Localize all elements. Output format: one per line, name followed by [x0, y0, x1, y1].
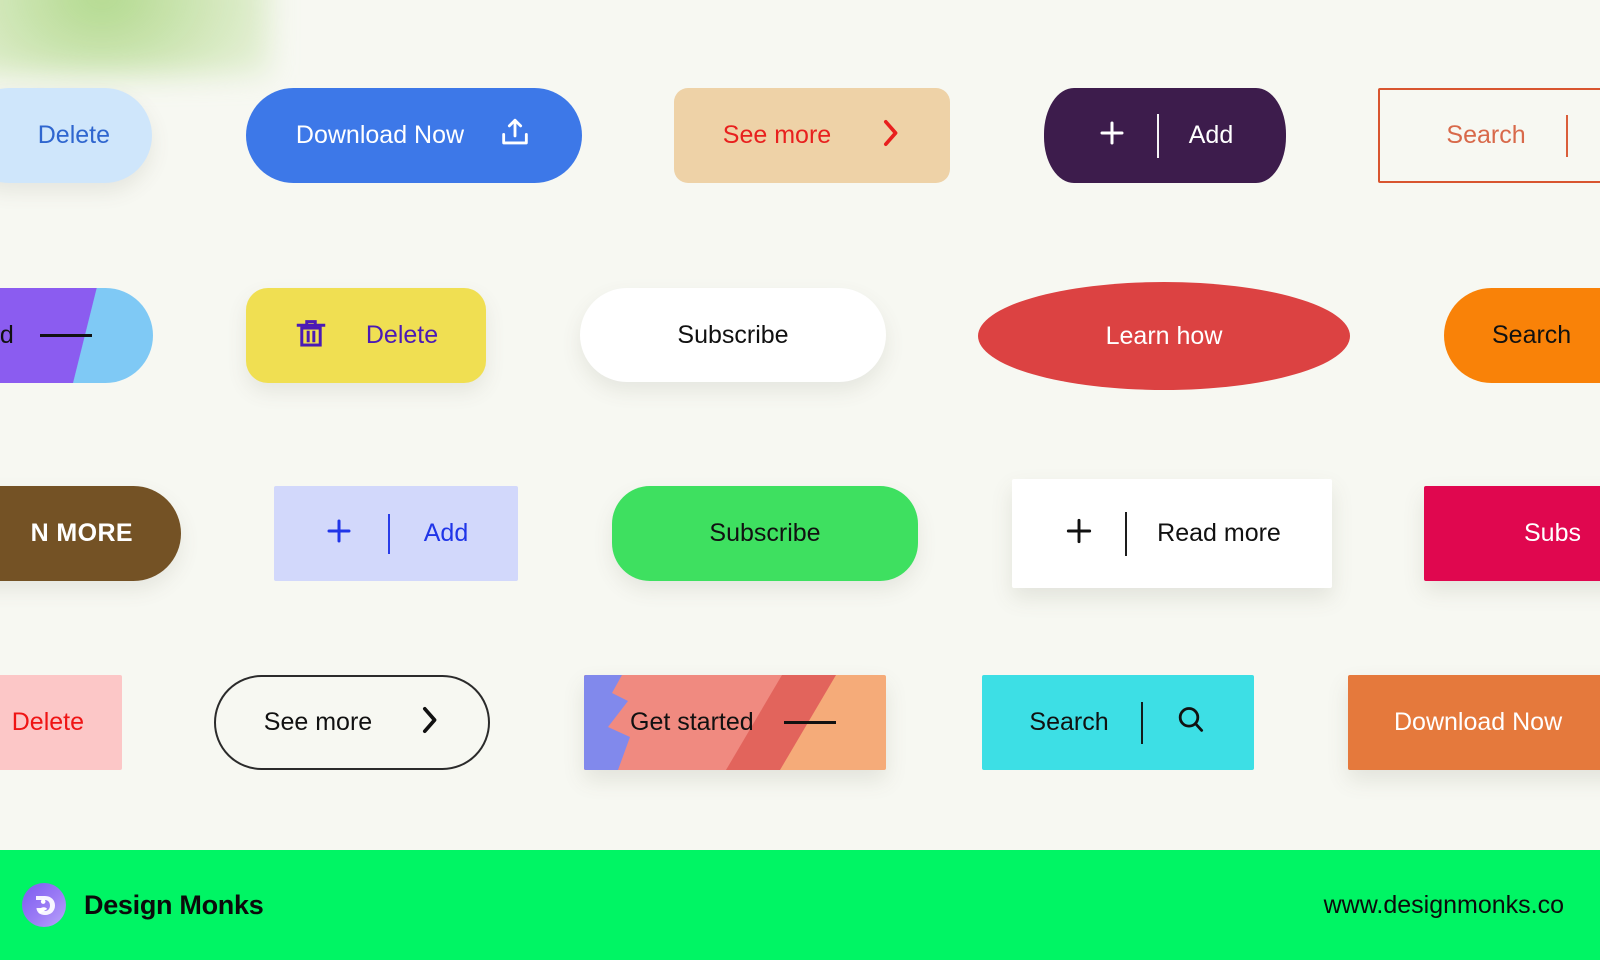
read-more-button-white[interactable]: Read more: [1012, 479, 1332, 588]
button-label: Get started: [630, 708, 754, 736]
get-started-button-abstract[interactable]: Get started: [584, 675, 886, 770]
button-divider: [387, 513, 390, 554]
button-label: Add: [1188, 121, 1234, 149]
subscribe-button-crimson[interactable]: Subs: [1424, 486, 1600, 581]
dash-icon: [39, 334, 92, 337]
button-label: Delete: [37, 121, 110, 149]
button-label: Learn how: [1105, 321, 1223, 350]
see-more-button-outline[interactable]: See more: [214, 675, 490, 770]
button-divider: [1156, 113, 1159, 158]
button-label: Search: [1446, 121, 1526, 149]
button-label: Add: [423, 519, 469, 547]
button-label: Download Now: [1394, 708, 1563, 736]
add-button-lavender[interactable]: Add: [274, 486, 518, 581]
button-label: Delete: [11, 708, 84, 736]
delete-button-yellow[interactable]: Delete: [246, 288, 486, 383]
brand-name-label: Design Monks: [84, 889, 264, 920]
subscribe-button-green[interactable]: Subscribe: [612, 486, 918, 581]
learn-how-button-ellipse[interactable]: Learn how: [978, 282, 1350, 390]
add-button-purple[interactable]: Add: [1044, 88, 1286, 183]
footer-website-url: www.designmonks.co: [1323, 890, 1564, 919]
button-label: See more: [263, 708, 373, 736]
chevron-right-icon: [879, 119, 901, 152]
button-label: ed: [0, 321, 14, 349]
search-button-cyan[interactable]: Search: [982, 675, 1254, 770]
button-divider: [1125, 511, 1128, 556]
plus-icon: [1063, 515, 1095, 552]
get-started-button-gradient-bands[interactable]: ed: [0, 288, 153, 383]
button-label: Subscribe: [709, 519, 821, 547]
delete-button-pink[interactable]: Delete: [0, 675, 122, 770]
download-now-button-orange[interactable]: Download Now: [1348, 675, 1600, 770]
trash-icon: [294, 316, 328, 355]
dash-icon: [783, 721, 836, 724]
download-now-button-blue[interactable]: Download Now: [246, 88, 582, 183]
button-label: Download Now: [295, 121, 465, 149]
upload-icon: [498, 116, 532, 155]
button-showcase-canvas: Delete Download Now See more Add Search: [0, 0, 1600, 960]
button-label: Subscribe: [677, 320, 789, 349]
plus-icon: [1097, 118, 1127, 153]
button-label: N MORE: [30, 519, 133, 547]
button-label: Search: [1029, 708, 1109, 736]
search-button-orange[interactable]: Search: [1444, 288, 1600, 383]
button-divider: [1565, 114, 1568, 157]
search-button-outline[interactable]: Search: [1378, 88, 1600, 183]
learn-more-button-brown[interactable]: N MORE: [0, 486, 181, 581]
button-divider: [1140, 701, 1143, 744]
designmonks-logo-icon: [22, 883, 66, 927]
button-label: Read more: [1157, 519, 1281, 547]
see-more-button-tan[interactable]: See more: [674, 88, 950, 183]
button-label: Search: [1492, 321, 1572, 349]
button-label: Subs: [1524, 519, 1581, 547]
button-label: See more: [722, 121, 832, 149]
delete-button-lightblue[interactable]: Delete: [0, 88, 152, 183]
brand-block: Design Monks: [22, 883, 264, 927]
footer-bar: Design Monks www.designmonks.co: [0, 850, 1600, 960]
green-glow-decoration: [0, 0, 270, 75]
magnifier-icon: [1175, 704, 1207, 741]
plus-icon: [324, 516, 354, 551]
subscribe-button-white[interactable]: Subscribe: [580, 288, 886, 382]
button-label: Delete: [365, 321, 439, 349]
chevron-right-icon: [418, 706, 440, 739]
